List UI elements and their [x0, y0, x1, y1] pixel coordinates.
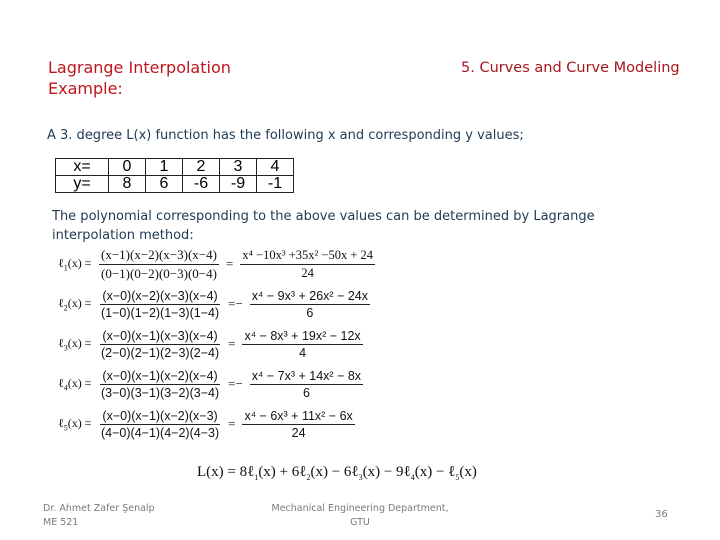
basis-label: ℓ2(x) = — [58, 296, 96, 312]
y-cell: 6 — [145, 175, 183, 193]
lagrange-basis-1: ℓ1(x) = (x−1)(x−2)(x−3)(x−4) (0−1)(0−2)(0… — [58, 246, 378, 282]
lagrange-basis-2: ℓ2(x) = (x−0)(x−2)(x−3)(x−4) (1−0)(1−2)(1… — [58, 286, 373, 322]
basis-label: ℓ5(x) = — [58, 416, 96, 432]
lagrange-basis-4: ℓ4(x) = (x−0)(x−1)(x−2)(x−4) (3−0)(3−1)(3… — [58, 366, 366, 402]
department-line2: GTU — [350, 517, 370, 528]
result-denominator: 4 — [299, 345, 307, 360]
basis-fraction: (x−1)(x−2)(x−3)(x−4) (0−1)(0−2)(0−3)(0−4) — [99, 247, 219, 282]
basis-arg: (x) = — [67, 295, 92, 310]
fraction-denominator: (2−0)(2−1)(2−3)(2−4) — [101, 345, 220, 360]
basis-fraction: (x−0)(x−2)(x−3)(x−4) (1−0)(1−2)(1−3)(1−4) — [99, 289, 221, 320]
slide-title-line2: Example: — [48, 79, 123, 98]
result-fraction: x⁴ −10x³ +35x² −50x + 24 24 — [240, 248, 375, 281]
x-cell: 3 — [219, 158, 257, 176]
basis-arg: (x) = — [67, 255, 92, 270]
lagrange-basis-5: ℓ5(x) = (x−0)(x−1)(x−2)(x−3) (4−0)(4−1)(4… — [58, 406, 358, 442]
basis-arg: (x) = — [67, 415, 92, 430]
table-row-y: y= 8 6 -6 -9 -1 — [55, 175, 294, 193]
result-fraction: x⁴ − 9x³ + 26x² − 24x 6 — [249, 288, 370, 320]
final-term: (x) + 6ℓ — [258, 464, 307, 480]
equals-sign: = — [225, 256, 234, 271]
fraction-denominator: (0−1)(0−2)(0−3)(0−4) — [101, 265, 217, 281]
fraction-numerator: (x−0)(x−1)(x−3)(x−4) — [100, 328, 220, 345]
fraction-denominator: (3−0)(3−1)(3−2)(3−4) — [101, 385, 220, 400]
fraction-denominator: (1−0)(1−2)(1−3)(1−4) — [101, 305, 220, 320]
course-code: ME 521 — [43, 517, 79, 528]
basis-label: ℓ4(x) = — [58, 376, 96, 392]
author-name: Dr. Ahmet Zafer Şenalp — [43, 503, 155, 514]
final-term: (x) — [459, 464, 477, 480]
x-cell: 4 — [256, 158, 294, 176]
basis-fraction: (x−0)(x−1)(x−2)(x−3) (4−0)(4−1)(4−2)(4−3) — [99, 409, 221, 440]
result-numerator: x⁴ − 8x³ + 19x² − 12x — [242, 328, 363, 345]
basis-arg: (x) = — [67, 335, 92, 350]
basis-fraction: (x−0)(x−1)(x−2)(x−4) (3−0)(3−1)(3−2)(3−4) — [99, 369, 221, 400]
result-denominator: 24 — [301, 265, 314, 280]
x-cell: 1 — [145, 158, 183, 176]
xy-values-table: x= 0 1 2 3 4 y= 8 6 -6 -9 -1 — [55, 158, 294, 193]
equals-sign: = — [228, 336, 236, 351]
y-label-cell: y= — [55, 175, 109, 193]
result-fraction: x⁴ − 8x³ + 19x² − 12x 4 — [242, 328, 363, 360]
footer-author: Dr. Ahmet Zafer Şenalp ME 521 — [43, 502, 155, 530]
slide-title: Lagrange Interpolation Example: — [48, 57, 231, 99]
final-term: (x) − ℓ — [414, 464, 456, 480]
final-term: L(x) = 8ℓ — [197, 464, 255, 480]
result-fraction: x⁴ − 7x³ + 14x² − 8x 6 — [249, 368, 364, 400]
final-term: (x) − 9ℓ — [362, 464, 411, 480]
slide-title-line1: Lagrange Interpolation — [48, 58, 231, 77]
method-text: The polynomial corresponding to the abov… — [52, 209, 595, 243]
y-cell: -1 — [256, 175, 294, 193]
result-denominator: 6 — [306, 305, 314, 320]
final-term: (x) − 6ℓ — [310, 464, 359, 480]
lagrange-basis-3: ℓ3(x) = (x−0)(x−1)(x−3)(x−4) (2−0)(2−1)(2… — [58, 326, 366, 362]
y-cell: -9 — [219, 175, 257, 193]
equals-sign: =− — [228, 296, 243, 311]
result-fraction: x⁴ − 6x³ + 11x² − 6x 24 — [242, 408, 355, 440]
department-line1: Mechanical Engineering Department, — [271, 503, 449, 514]
page-number: 36 — [655, 509, 668, 520]
fraction-denominator: (4−0)(4−1)(4−2)(4−3) — [101, 425, 220, 440]
fraction-numerator: (x−1)(x−2)(x−3)(x−4) — [99, 247, 219, 265]
section-title: 5. Curves and Curve Modeling — [461, 60, 680, 76]
result-denominator: 6 — [302, 385, 310, 400]
basis-label: ℓ3(x) = — [58, 336, 96, 352]
basis-label: ℓ1(x) = — [58, 256, 96, 272]
fraction-numerator: (x−0)(x−1)(x−2)(x−3) — [100, 408, 220, 425]
fraction-numerator: (x−0)(x−2)(x−3)(x−4) — [100, 288, 220, 305]
result-numerator: x⁴ − 7x³ + 14x² − 8x — [249, 368, 364, 385]
result-numerator: x⁴ − 6x³ + 11x² − 6x — [242, 408, 355, 425]
x-cell: 2 — [182, 158, 220, 176]
equals-sign: =− — [228, 376, 243, 391]
result-numerator: x⁴ −10x³ +35x² −50x + 24 — [240, 248, 375, 265]
y-cell: 8 — [108, 175, 146, 193]
footer-department: Mechanical Engineering Department, GTU — [240, 502, 480, 530]
x-cell: 0 — [108, 158, 146, 176]
result-numerator: x⁴ − 9x³ + 26x² − 24x — [249, 288, 370, 305]
fraction-numerator: (x−0)(x−1)(x−2)(x−4) — [100, 368, 220, 385]
equals-sign: = — [228, 416, 236, 431]
basis-fraction: (x−0)(x−1)(x−3)(x−4) (2−0)(2−1)(2−3)(2−4) — [99, 329, 221, 360]
table-row-x: x= 0 1 2 3 4 — [55, 158, 294, 176]
x-label-cell: x= — [55, 158, 109, 176]
intro-text: A 3. degree L(x) function has the follow… — [47, 128, 524, 143]
basis-arg: (x) = — [67, 375, 92, 390]
final-polynomial-equation: L(x) = 8ℓ1(x) + 6ℓ2(x) − 6ℓ3(x) − 9ℓ4(x)… — [197, 464, 477, 482]
result-denominator: 24 — [291, 425, 306, 440]
y-cell: -6 — [182, 175, 220, 193]
